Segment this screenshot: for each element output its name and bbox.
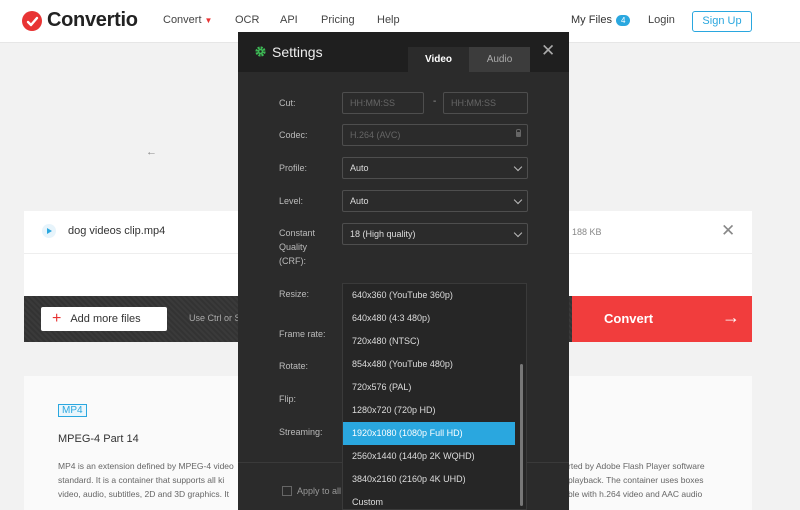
profile-value: Auto <box>350 163 369 173</box>
my-files-label: My Files <box>571 14 612 26</box>
crf-label-line: (CRF): <box>279 256 306 266</box>
remove-file-icon[interactable]: ✕ <box>721 221 735 241</box>
nav-pricing[interactable]: Pricing <box>321 14 355 26</box>
my-files-link[interactable]: My Files 4 <box>571 14 631 26</box>
logo-text: Convertio <box>47 9 138 31</box>
desc-line: video, audio, subtitles, 2D and 3D graph… <box>58 489 230 499</box>
desc-line: playback. The container uses boxes <box>568 475 704 485</box>
rotate-label: Rotate: <box>279 361 309 371</box>
convert-button[interactable]: Convert → <box>572 296 752 342</box>
profile-label: Profile: <box>279 163 308 173</box>
crf-label-line: Quality <box>279 242 308 252</box>
my-files-count-badge: 4 <box>615 14 631 26</box>
close-icon[interactable]: ✕ <box>541 41 555 61</box>
format-description-right: rted by Adobe Flash Player software play… <box>568 459 705 501</box>
chevron-down-icon: ▼ <box>204 15 213 25</box>
cut-start-input[interactable]: HH:MM:SS <box>342 92 424 114</box>
arrow-right-icon: → <box>722 307 740 327</box>
back-arrow-icon[interactable]: ← <box>146 146 157 158</box>
flip-label: Flip: <box>279 394 297 404</box>
login-link[interactable]: Login <box>648 14 675 26</box>
desc-line: standard. It is a container that support… <box>58 475 225 485</box>
signup-button[interactable]: Sign Up <box>692 11 752 32</box>
tab-video[interactable]: Video <box>408 47 469 72</box>
resize-dropdown[interactable]: 640x360 (YouTube 360p) 640x480 (4:3 480p… <box>342 283 527 510</box>
gear-icon <box>255 46 266 57</box>
nav-help[interactable]: Help <box>377 14 400 26</box>
chevron-down-icon <box>513 195 523 205</box>
resize-label: Resize: <box>279 289 310 299</box>
resize-option[interactable]: 3840x2160 (2160p 4K UHD) <box>343 468 515 491</box>
file-name: dog videos clip.mp4 <box>68 225 166 237</box>
format-description-left: MP4 is an extension defined by MPEG-4 vi… <box>58 459 234 501</box>
lock-icon <box>516 129 521 137</box>
crf-label: Constant Quality (CRF): <box>279 226 315 268</box>
cut-end-input[interactable]: HH:MM:SS <box>443 92 528 114</box>
codec-select: H.264 (AVC) <box>342 124 528 146</box>
resize-option[interactable]: 640x480 (4:3 480p) <box>343 307 515 330</box>
crf-label-line: Constant <box>279 228 316 238</box>
settings-header: Settings Video Audio ✕ <box>238 32 569 72</box>
resize-option[interactable]: 640x360 (YouTube 360p) <box>343 284 515 307</box>
convertio-logo-icon <box>22 10 42 31</box>
level-select[interactable]: Auto <box>342 190 528 212</box>
crf-select[interactable]: 18 (High quality) <box>342 223 528 245</box>
settings-modal: Settings Video Audio ✕ Cut: HH:MM:SS - H… <box>238 32 569 510</box>
format-title: MPEG-4 Part 14 <box>58 433 139 445</box>
streaming-label: Streaming: <box>279 427 323 437</box>
nav-ocr[interactable]: OCR <box>235 14 259 26</box>
file-size: 188 KB <box>572 227 602 237</box>
nav-api[interactable]: API <box>280 14 298 26</box>
nav-convert-label: Convert <box>163 14 202 26</box>
codec-value: H.264 (AVC) <box>350 130 401 140</box>
cut-start-placeholder: HH:MM:SS <box>350 98 395 108</box>
add-more-files-button[interactable]: + Add more files <box>41 307 167 331</box>
resize-option[interactable]: 1280x720 (720p HD) <box>343 399 515 422</box>
cut-label: Cut: <box>279 98 296 108</box>
apply-all-label: Apply to all <box>297 486 342 496</box>
nav-convert[interactable]: Convert ▼ <box>163 14 212 26</box>
codec-label: Codec: <box>279 130 308 140</box>
resize-option[interactable]: 720x576 (PAL) <box>343 376 515 399</box>
level-value: Auto <box>350 196 369 206</box>
logo[interactable]: Convertio <box>22 9 138 32</box>
resize-option[interactable]: 854x480 (YouTube 480p) <box>343 353 515 376</box>
plus-icon: + <box>52 310 62 327</box>
add-files-hint: Use Ctrl or S <box>189 313 241 323</box>
settings-title: Settings <box>272 44 323 60</box>
resize-option[interactable]: 720x480 (NTSC) <box>343 330 515 353</box>
desc-line: ble with h.264 video and AAC audio <box>568 489 703 499</box>
dropdown-scroll-thumb[interactable] <box>520 364 523 506</box>
apply-all-checkbox[interactable] <box>282 486 292 496</box>
cut-end-placeholder: HH:MM:SS <box>451 98 496 108</box>
convert-label: Convert <box>604 311 654 326</box>
add-more-files-label: Add more files <box>70 313 141 325</box>
profile-select[interactable]: Auto <box>342 157 528 179</box>
resize-option[interactable]: 2560x1440 (1440p 2K WQHD) <box>343 445 515 468</box>
chevron-down-icon <box>513 162 523 172</box>
level-label: Level: <box>279 196 304 206</box>
tab-audio[interactable]: Audio <box>469 47 530 72</box>
play-icon <box>42 224 56 238</box>
resize-option-selected[interactable]: 1920x1080 (1080p Full HD) <box>343 422 515 445</box>
format-tag: MP4 <box>58 404 87 417</box>
chevron-down-icon <box>513 228 523 238</box>
desc-line: rted by Adobe Flash Player software <box>568 461 705 471</box>
desc-line: MP4 is an extension defined by MPEG-4 vi… <box>58 461 234 471</box>
crf-value: 18 (High quality) <box>350 229 416 239</box>
cut-separator: - <box>433 96 437 107</box>
resize-option[interactable]: Custom <box>343 491 515 509</box>
frame-rate-label: Frame rate: <box>279 329 326 339</box>
